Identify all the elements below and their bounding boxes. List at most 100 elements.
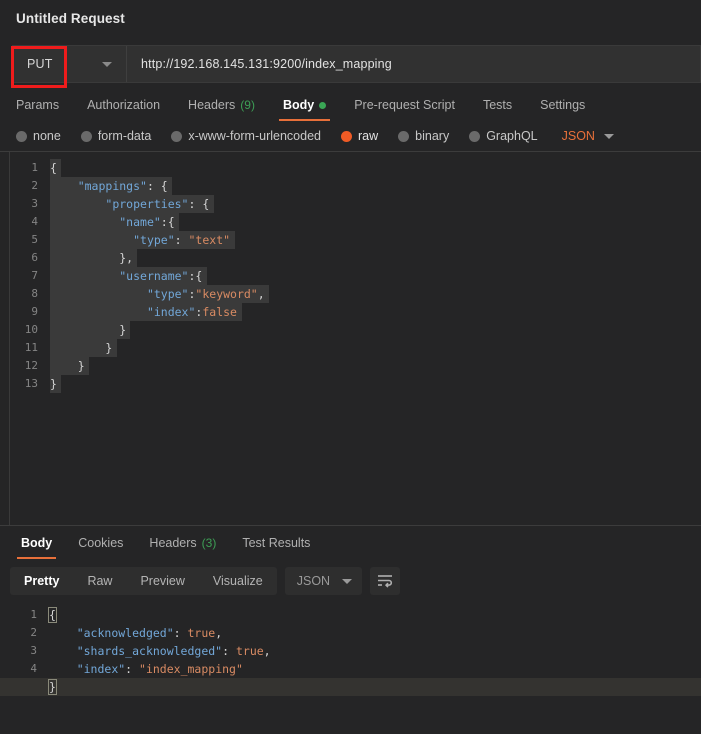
http-method-label: PUT <box>27 57 53 71</box>
code-line: 3 "properties": { <box>10 195 701 213</box>
code-token: :{ <box>160 215 175 229</box>
code-token: true <box>187 626 216 640</box>
code-token: "mappings" <box>77 179 147 193</box>
response-body-editor[interactable]: 1{2 "acknowledged": true, 3 "shards_ackno… <box>0 602 701 696</box>
body-type-radio-graphql[interactable]: GraphQL <box>469 129 538 143</box>
code-line: 9 "index":false <box>10 303 701 321</box>
code-text: { <box>48 606 57 624</box>
raw-format-selector[interactable]: JSON <box>562 129 614 143</box>
body-type-radio-x-www-form-urlencoded[interactable]: x-www-form-urlencoded <box>171 129 321 143</box>
line-number: 6 <box>31 251 38 264</box>
code-text: "index":false <box>50 303 242 321</box>
line-number: 4 <box>31 215 38 228</box>
response-tab-label: Body <box>21 536 53 550</box>
radio-button-icon <box>16 130 27 142</box>
request-tab-pre-request-script[interactable]: Pre-request Script <box>340 89 469 121</box>
request-tab-tests[interactable]: Tests <box>469 89 526 121</box>
code-text: }, <box>50 249 138 267</box>
request-title: Untitled Request <box>16 11 125 26</box>
code-token: "keyword" <box>195 287 258 301</box>
response-format-label: JSON <box>296 574 331 588</box>
chevron-down-icon <box>603 133 614 139</box>
response-view-raw[interactable]: Raw <box>73 567 126 595</box>
body-type-radio-form-data[interactable]: form-data <box>80 129 152 143</box>
url-input[interactable]: http://192.168.145.131:9200/index_mappin… <box>127 46 700 82</box>
response-tab-body[interactable]: Body <box>8 526 65 560</box>
code-token: "shards_acknowledged" <box>76 644 223 658</box>
code-line: 6 }, <box>10 249 701 267</box>
code-token: : <box>125 662 140 676</box>
response-tab-headers[interactable]: Headers (3) <box>136 526 229 560</box>
response-tab-test-results[interactable]: Test Results <box>229 526 323 560</box>
line-number: 12 <box>24 359 38 372</box>
code-line: 2 "acknowledged": true, <box>0 624 701 642</box>
request-tab-body[interactable]: Body <box>269 89 340 121</box>
code-text: "acknowledged": true, <box>49 624 222 642</box>
request-tab-settings[interactable]: Settings <box>526 89 599 121</box>
code-text: "name":{ <box>50 213 180 231</box>
code-line: 4 "name":{ <box>10 213 701 231</box>
request-body-editor[interactable]: 1{2 "mappings": {3 "properties": {4 "nam… <box>0 152 701 525</box>
request-tab-authorization[interactable]: Authorization <box>73 89 174 121</box>
request-tab-headers[interactable]: Headers (9) <box>174 89 269 121</box>
code-line: 12 } <box>10 357 701 375</box>
http-method-selector[interactable]: PUT <box>13 46 127 82</box>
response-view-preview[interactable]: Preview <box>126 567 198 595</box>
response-tab-cookies[interactable]: Cookies <box>65 526 136 560</box>
request-header: Untitled Request <box>0 0 701 40</box>
line-number: 13 <box>24 377 38 390</box>
chevron-down-icon <box>102 62 112 67</box>
code-line: 5 "type": "text" <box>10 231 701 249</box>
code-line: 13} <box>10 375 701 393</box>
code-token: } <box>50 341 113 355</box>
code-token: : <box>222 644 236 658</box>
body-type-radio-raw[interactable]: raw <box>341 129 378 143</box>
body-type-label: binary <box>415 129 450 143</box>
response-toolbar: Pretty Raw Preview Visualize JSON <box>0 560 701 602</box>
wrap-lines-button[interactable] <box>370 567 401 595</box>
code-line: 8 "type":"keyword", <box>10 285 701 303</box>
response-format-selector[interactable]: JSON <box>284 567 363 595</box>
response-code-area[interactable]: 1{2 "acknowledged": true, 3 "shards_ackno… <box>0 602 701 696</box>
code-token: "name" <box>119 215 161 229</box>
code-line: 3 "shards_acknowledged": true, <box>0 642 701 660</box>
line-number: 5 <box>31 233 38 246</box>
body-type-label: form-data <box>97 129 152 143</box>
response-view-mode-group: Pretty Raw Preview Visualize <box>10 567 277 595</box>
response-view-pretty[interactable]: Pretty <box>10 567 73 595</box>
request-code-area[interactable]: 1{2 "mappings": {3 "properties": {4 "nam… <box>9 152 701 525</box>
response-tab-label: Headers <box>149 536 197 550</box>
body-type-label: none <box>33 129 61 143</box>
body-type-label: GraphQL <box>486 129 538 143</box>
code-text: "type": "text" <box>50 231 235 249</box>
request-tab-params[interactable]: Params <box>14 89 73 121</box>
response-view-visualize[interactable]: Visualize <box>199 567 277 595</box>
code-token: , <box>215 626 223 640</box>
code-token: false <box>202 305 237 319</box>
code-token: : <box>174 233 189 247</box>
code-token: "type" <box>146 287 189 301</box>
body-type-radio-binary[interactable]: binary <box>398 129 449 143</box>
active-line-highlight <box>0 678 701 696</box>
request-tab-label: Settings <box>540 98 586 112</box>
code-line: 1{ <box>0 606 701 624</box>
matching-bracket-highlight: } <box>48 679 57 695</box>
body-type-radio-none[interactable]: none <box>16 129 61 143</box>
request-tab-label: Tests <box>482 98 513 112</box>
line-number: 1 <box>30 608 37 621</box>
code-token: } <box>50 323 127 337</box>
url-text: http://192.168.145.131:9200/index_mappin… <box>141 57 392 71</box>
code-token: : { <box>146 179 168 193</box>
radio-button-icon <box>171 130 183 142</box>
radio-button-icon <box>469 130 481 142</box>
code-token: "type" <box>133 233 175 247</box>
line-number: 1 <box>31 161 38 174</box>
code-token: "acknowledged" <box>76 626 174 640</box>
request-tab-count: (9) <box>240 98 255 112</box>
code-token: :{ <box>188 269 203 283</box>
url-bar-container: PUT http://192.168.145.131:9200/index_ma… <box>0 40 701 89</box>
code-line: 5} <box>0 678 701 696</box>
